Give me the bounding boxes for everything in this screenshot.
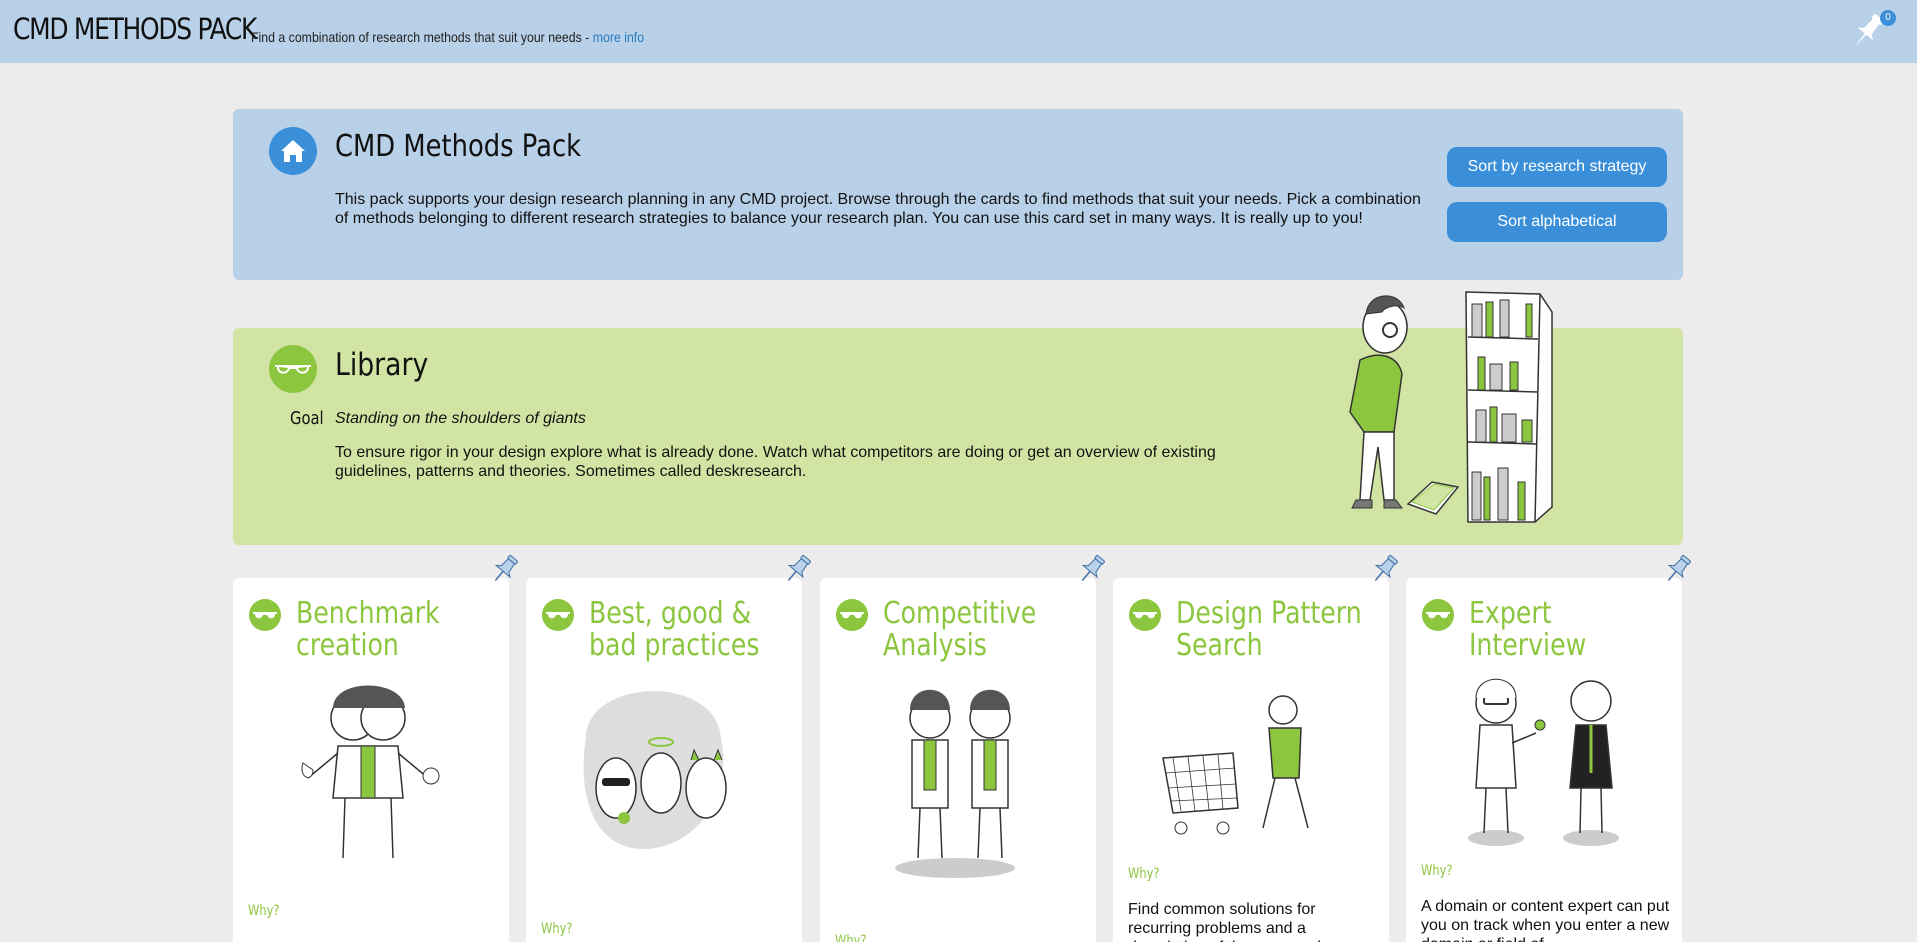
method-card[interactable]: Competitive Analysis Why? [820, 578, 1096, 942]
card-description: Find common solutions for recurring prob… [1128, 901, 1334, 942]
glasses-icon [836, 599, 868, 631]
why-label: Why? [541, 921, 573, 937]
method-card[interactable]: Best, good & bad practices Why? [526, 578, 802, 942]
why-label: Why? [835, 933, 867, 942]
card-illustration [895, 689, 1015, 878]
app-title: CMD METHODS PACK [13, 12, 257, 46]
intro-title: CMD Methods Pack [335, 129, 582, 164]
why-label: Why? [1421, 863, 1453, 879]
top-bar: CMD METHODS PACK Find a combination of r… [0, 0, 1917, 63]
glasses-icon [269, 345, 317, 393]
card-description: A domain or content expert can put you o… [1421, 898, 1670, 942]
tagline: Find a combination of research methods t… [251, 29, 644, 45]
why-label: Why? [1128, 866, 1160, 882]
card-illustration [1162, 695, 1309, 835]
method-card[interactable]: Benchmark creation Why? [233, 578, 509, 942]
card-title: Best, good & bad practices [589, 596, 760, 663]
tagline-text: Find a combination of research methods t… [251, 29, 593, 45]
card-title: Expert Interview [1469, 596, 1587, 663]
pin-icon[interactable] [1661, 552, 1695, 586]
why-label: Why? [248, 903, 280, 919]
card-illustration [583, 691, 727, 850]
card-illustration [301, 685, 440, 859]
sort-by-strategy-button[interactable]: Sort by research strategy [1447, 147, 1667, 187]
glasses-icon [1129, 599, 1161, 631]
card-title: Competitive Analysis [883, 596, 1037, 663]
intro-description: This pack supports your design research … [335, 191, 1421, 227]
library-title: Library [335, 347, 429, 383]
pin-icon[interactable] [781, 552, 815, 586]
pin-icon[interactable] [488, 552, 522, 586]
library-illustration [1349, 291, 1553, 523]
pin-icon[interactable] [1368, 552, 1402, 586]
glasses-icon [249, 599, 281, 631]
more-info-link[interactable]: more info [593, 29, 644, 45]
method-card[interactable]: Design Pattern Search Why? Find common s… [1113, 578, 1389, 942]
glasses-icon [1422, 599, 1454, 631]
card-title: Benchmark creation [296, 596, 440, 663]
goal-text: Standing on the shoulders of giants [335, 410, 586, 427]
intro-panel: CMD Methods Pack This pack supports your… [233, 109, 1683, 280]
goal-label: Goal [290, 408, 324, 429]
sort-alphabetical-button[interactable]: Sort alphabetical [1447, 202, 1667, 242]
pin-count-badge: 0 [1880, 10, 1896, 26]
pin-icon[interactable] [1075, 552, 1109, 586]
library-description: To ensure rigor in your design explore w… [335, 444, 1216, 480]
method-card[interactable]: Expert Interview Why? A domain or conten… [1406, 578, 1682, 942]
glasses-icon [542, 599, 574, 631]
home-icon [269, 127, 317, 175]
card-illustration [1468, 678, 1619, 846]
card-title: Design Pattern Search [1176, 596, 1362, 663]
